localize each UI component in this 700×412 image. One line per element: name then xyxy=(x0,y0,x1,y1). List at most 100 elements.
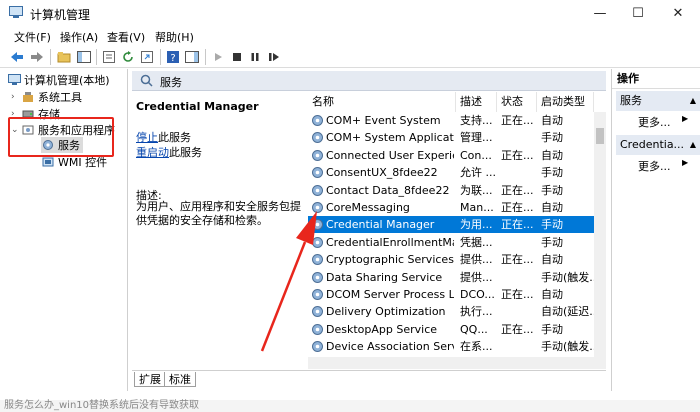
service-name: COM+ System Application xyxy=(326,131,454,145)
service-startup-type: 手动 xyxy=(541,131,563,145)
stop-service-link[interactable]: 停止 xyxy=(136,131,158,144)
export-list-button[interactable] xyxy=(139,49,155,65)
pause-service-button[interactable] xyxy=(247,49,263,65)
close-button[interactable]: ✕ xyxy=(660,0,696,26)
service-startup-type: 自动 xyxy=(541,114,563,127)
service-gear-icon xyxy=(312,184,323,196)
properties-button[interactable] xyxy=(101,49,117,65)
service-status: 正在... xyxy=(501,183,534,197)
service-gear-icon xyxy=(312,306,323,318)
restart-service-button[interactable] xyxy=(266,49,282,65)
tab-standard[interactable]: 标准 xyxy=(164,372,196,387)
service-gear-icon xyxy=(312,236,323,248)
stop-service-button[interactable] xyxy=(229,49,245,65)
show-action-pane-button[interactable] xyxy=(184,49,200,65)
service-name: Device Association Service xyxy=(326,340,454,354)
service-status xyxy=(501,269,535,286)
service-row[interactable]: Cryptographic Services 提供... 正在... 自动 xyxy=(308,251,594,268)
service-status: 正在... xyxy=(501,148,534,162)
column-header-status[interactable]: 状态 xyxy=(497,92,537,112)
back-button[interactable] xyxy=(9,49,25,65)
console-tree-icon xyxy=(77,51,91,63)
service-name: CredentialEnrollmentMan... xyxy=(326,235,454,249)
service-status xyxy=(501,303,535,320)
maximize-button[interactable]: ☐ xyxy=(620,0,656,26)
export-icon xyxy=(141,51,153,63)
service-row[interactable]: DesktopApp Service QQ... 正在... 手动 xyxy=(308,321,594,338)
column-header-name[interactable]: 名称 xyxy=(308,92,456,112)
column-header-startup-type[interactable]: 启动类型 xyxy=(537,92,594,112)
tree-item-system-tools[interactable]: › 系统工具 xyxy=(11,89,82,105)
restart-service-link[interactable]: 重启动 xyxy=(136,146,169,159)
tree-item-root[interactable]: 计算机管理(本地) xyxy=(7,72,110,88)
service-startup-type: 自动(延迟... xyxy=(541,305,594,319)
services-list: 名称 描述 状态 启动类型 COM+ Event System 支持... 正在..… xyxy=(308,92,606,357)
help-button[interactable]: ? xyxy=(165,49,181,65)
title-bar: 计算机管理 — ☐ ✕ xyxy=(0,0,700,26)
service-startup-type: 手动 xyxy=(541,322,563,336)
service-description: 执行... xyxy=(460,305,493,319)
service-status xyxy=(501,129,535,146)
highlight-box xyxy=(8,117,114,157)
back-arrow-icon xyxy=(11,52,23,62)
menu-view[interactable]: 查看(V) xyxy=(107,29,145,45)
toolbar-separator xyxy=(50,49,51,65)
actions-group-credential[interactable]: Credentia... ▲ xyxy=(616,135,700,155)
service-row[interactable]: ConsentUX_8fdee22 允许 ... 手动 xyxy=(308,164,594,181)
service-startup-type: 自动 xyxy=(541,288,563,301)
service-row[interactable]: Data Sharing Service 提供... 手动(触发... xyxy=(308,269,594,286)
minimize-button[interactable]: — xyxy=(582,0,618,26)
service-row[interactable]: DCOM Server Process La... DCO... 正在... 自动 xyxy=(308,286,594,303)
service-row[interactable]: CoreMessaging Man... 正在... 自动 xyxy=(308,199,594,216)
column-header-startup-type-label: 启动类型 xyxy=(541,95,585,108)
service-startup-type: 自动 xyxy=(541,148,563,162)
service-gear-icon xyxy=(312,115,323,126)
service-gear-icon xyxy=(312,341,323,353)
column-header-description[interactable]: 描述 xyxy=(456,92,497,112)
tab-extended[interactable]: 扩展 xyxy=(134,372,166,387)
service-description: 凭据... xyxy=(460,235,493,249)
menu-file[interactable]: 文件(F) xyxy=(14,29,51,45)
actions-group-services[interactable]: 服务 ▲ xyxy=(616,91,700,111)
chevron-right-icon[interactable]: › xyxy=(11,92,21,102)
actions-more-credential-label: 更多... xyxy=(638,160,671,173)
stop-icon xyxy=(233,53,241,61)
menu-help[interactable]: 帮助(H) xyxy=(155,29,194,45)
service-row[interactable]: CredentialEnrollmentMan... 凭据... 手动 xyxy=(308,234,594,251)
properties-icon xyxy=(103,51,115,63)
service-status: 正在... xyxy=(501,253,534,267)
service-name: Data Sharing Service xyxy=(326,270,443,284)
service-row[interactable]: COM+ System Application 管理... 手动 xyxy=(308,129,594,146)
collapse-up-icon: ▲ xyxy=(689,140,696,149)
service-row[interactable]: Contact Data_8fdee22 为联... 正在... 手动 xyxy=(308,182,594,199)
service-row[interactable]: Delivery Optimization 执行... 自动(延迟... xyxy=(308,303,594,320)
actions-more-credential[interactable]: 更多... ▶ xyxy=(638,158,688,174)
service-startup-type: 手动 xyxy=(541,218,563,232)
service-gear-icon xyxy=(312,323,323,335)
restart-icon xyxy=(269,53,279,61)
horizontal-scrollbar[interactable] xyxy=(308,357,606,369)
service-name: Cryptographic Services xyxy=(326,253,454,267)
up-folder-button[interactable] xyxy=(56,49,72,65)
service-gear-icon xyxy=(312,219,323,231)
service-row[interactable]: COM+ Event System 支持... 正在... 自动 xyxy=(308,112,594,129)
service-status xyxy=(501,164,535,181)
refresh-button[interactable] xyxy=(120,49,136,65)
service-row[interactable]: Device Association Service 在系... 手动(触发... xyxy=(308,338,594,355)
menu-action[interactable]: 操作(A) xyxy=(60,29,98,45)
actions-more-services[interactable]: 更多... ▶ xyxy=(638,114,688,130)
computer-management-icon xyxy=(7,73,21,87)
actions-more-services-label: 更多... xyxy=(638,116,671,129)
scrollbar-thumb[interactable] xyxy=(596,128,604,144)
service-description: 提供... xyxy=(460,270,493,284)
forward-button[interactable] xyxy=(29,49,45,65)
service-row[interactable]: Connected User Experien... Con... 正在... 自动 xyxy=(308,147,594,164)
show-tree-button[interactable] xyxy=(76,49,92,65)
start-service-button[interactable] xyxy=(210,49,226,65)
vertical-scrollbar[interactable] xyxy=(594,112,606,357)
service-status: 正在... xyxy=(501,114,534,127)
service-status: 正在... xyxy=(501,322,534,336)
svg-text:?: ? xyxy=(170,53,175,64)
expand-right-icon: ▶ xyxy=(682,158,689,167)
service-row[interactable]: Credential Manager 为用... 正在... 手动 xyxy=(308,216,594,234)
